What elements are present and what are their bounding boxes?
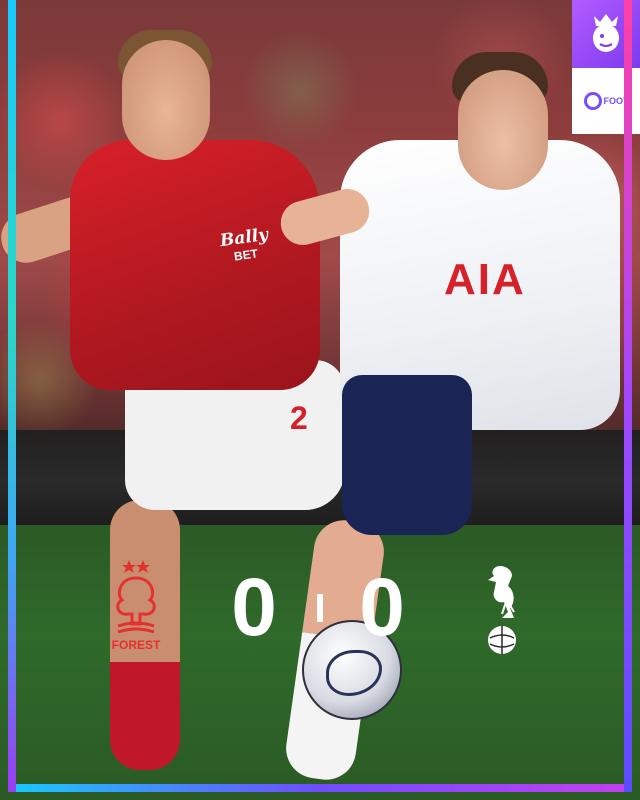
onefootball-text: FOOT <box>603 96 629 106</box>
forest-crest-label: FOREST <box>111 638 161 652</box>
premier-league-badge <box>572 0 640 68</box>
spurs-player-head <box>458 70 548 190</box>
match-photo: Bally BET 2 AIA <box>0 0 640 800</box>
premier-league-lion-icon <box>593 14 619 52</box>
score-separator <box>317 594 323 622</box>
forest-player-head <box>122 40 210 160</box>
spurs-player-shorts <box>342 375 472 535</box>
onefootball-badge: FOOT <box>572 68 640 134</box>
home-score: 0 <box>231 562 277 653</box>
spurs-shirt-sponsor: AIA <box>444 255 526 304</box>
onefootball-logo-icon <box>583 92 602 110</box>
forest-player-shirt <box>70 140 320 390</box>
forest-shorts-number: 2 <box>290 400 308 436</box>
away-score: 0 <box>359 562 405 653</box>
tottenham-hotspur-crest-icon <box>488 566 516 654</box>
